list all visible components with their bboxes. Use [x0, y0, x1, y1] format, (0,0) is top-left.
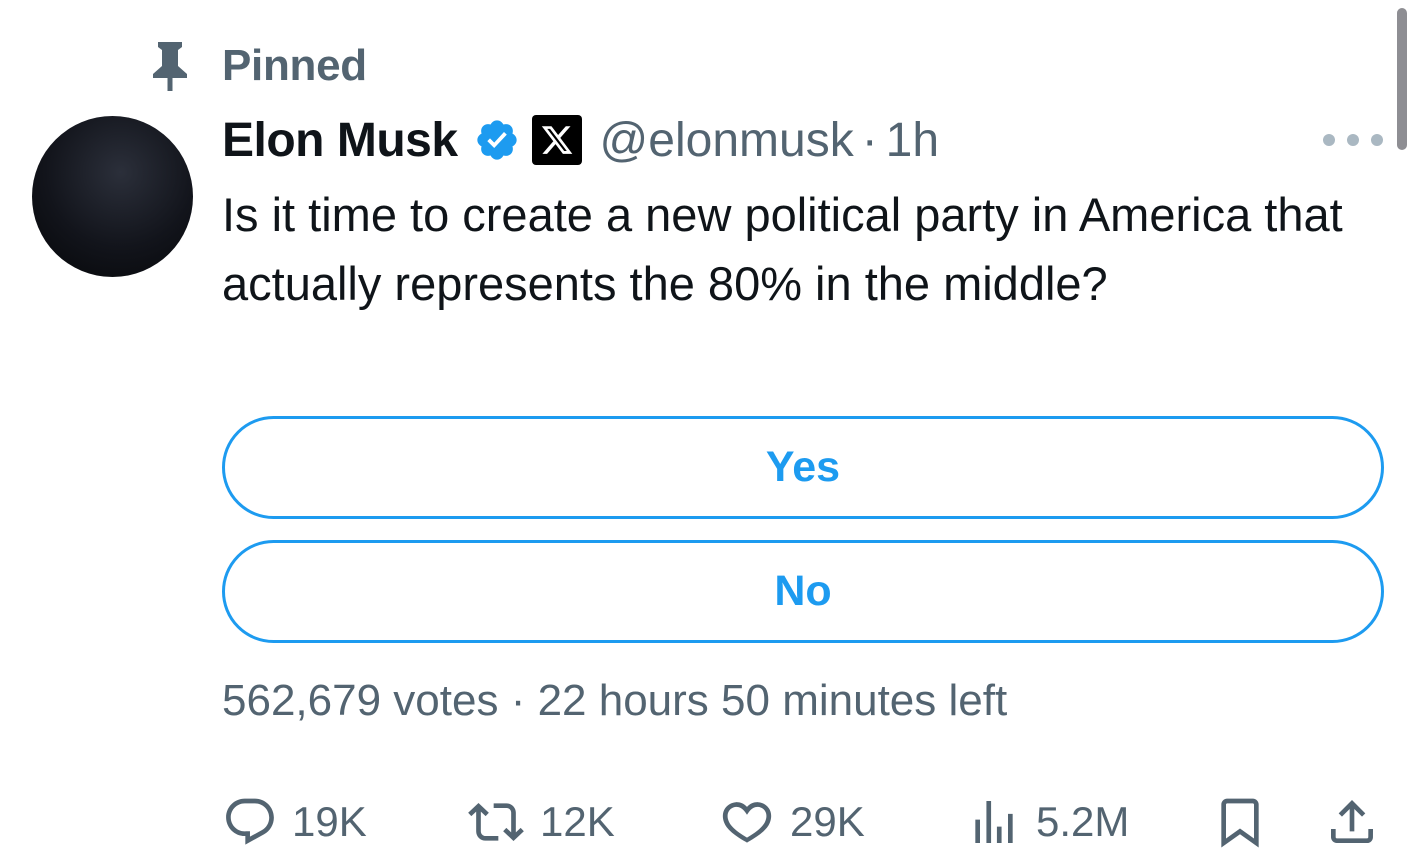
more-dot: [1347, 134, 1359, 146]
reply-count: 19K: [292, 798, 367, 845]
tweet-actions: 19K 12K 29K 5.2M: [0, 790, 1420, 854]
poll-option-no[interactable]: No: [222, 540, 1384, 643]
bookmark-icon: [1212, 792, 1268, 852]
pinned-indicator: Pinned: [150, 38, 367, 94]
more-options-icon[interactable]: [1323, 122, 1383, 158]
poll-option-yes[interactable]: Yes: [222, 416, 1384, 519]
retweet-button[interactable]: 12K: [466, 790, 615, 854]
author-handle[interactable]: @elonmusk: [600, 113, 854, 168]
avatar[interactable]: [32, 116, 193, 277]
tweet-timestamp[interactable]: 1h: [886, 113, 939, 168]
bookmark-button[interactable]: [1212, 790, 1268, 854]
tweet-text: Is it time to create a new political par…: [222, 188, 1343, 310]
share-button[interactable]: [1324, 790, 1380, 854]
header-separator: ·: [861, 113, 878, 167]
like-count: 29K: [790, 798, 865, 845]
retweet-count: 12K: [540, 798, 615, 845]
poll-meta-separator: ·: [510, 676, 526, 725]
pin-icon: [150, 40, 192, 92]
more-dot: [1323, 134, 1335, 146]
x-affiliation-icon: [531, 115, 582, 165]
scrollbar[interactable]: [1397, 8, 1407, 150]
poll-meta: 562,679 votes · 22 hours 50 minutes left: [222, 676, 1007, 726]
heart-icon: [718, 794, 776, 850]
pinned-label: Pinned: [222, 41, 367, 90]
share-icon: [1324, 793, 1380, 851]
verified-badge-icon: [474, 117, 520, 163]
more-dot: [1371, 134, 1383, 146]
like-button[interactable]: 29K: [718, 790, 865, 854]
poll-time-left: 22 hours 50 minutes left: [537, 676, 1008, 725]
views-button[interactable]: 5.2M: [966, 790, 1129, 854]
author-display-name[interactable]: Elon Musk: [222, 113, 458, 168]
reply-icon: [222, 794, 278, 850]
reply-button[interactable]: 19K: [222, 790, 367, 854]
views-icon: [966, 794, 1022, 850]
views-count: 5.2M: [1036, 798, 1130, 845]
tweet-header: Elon Musk @elonmusk · 1h: [222, 112, 939, 168]
poll-vote-count: 562,679 votes: [222, 676, 499, 725]
retweet-icon: [466, 794, 526, 850]
